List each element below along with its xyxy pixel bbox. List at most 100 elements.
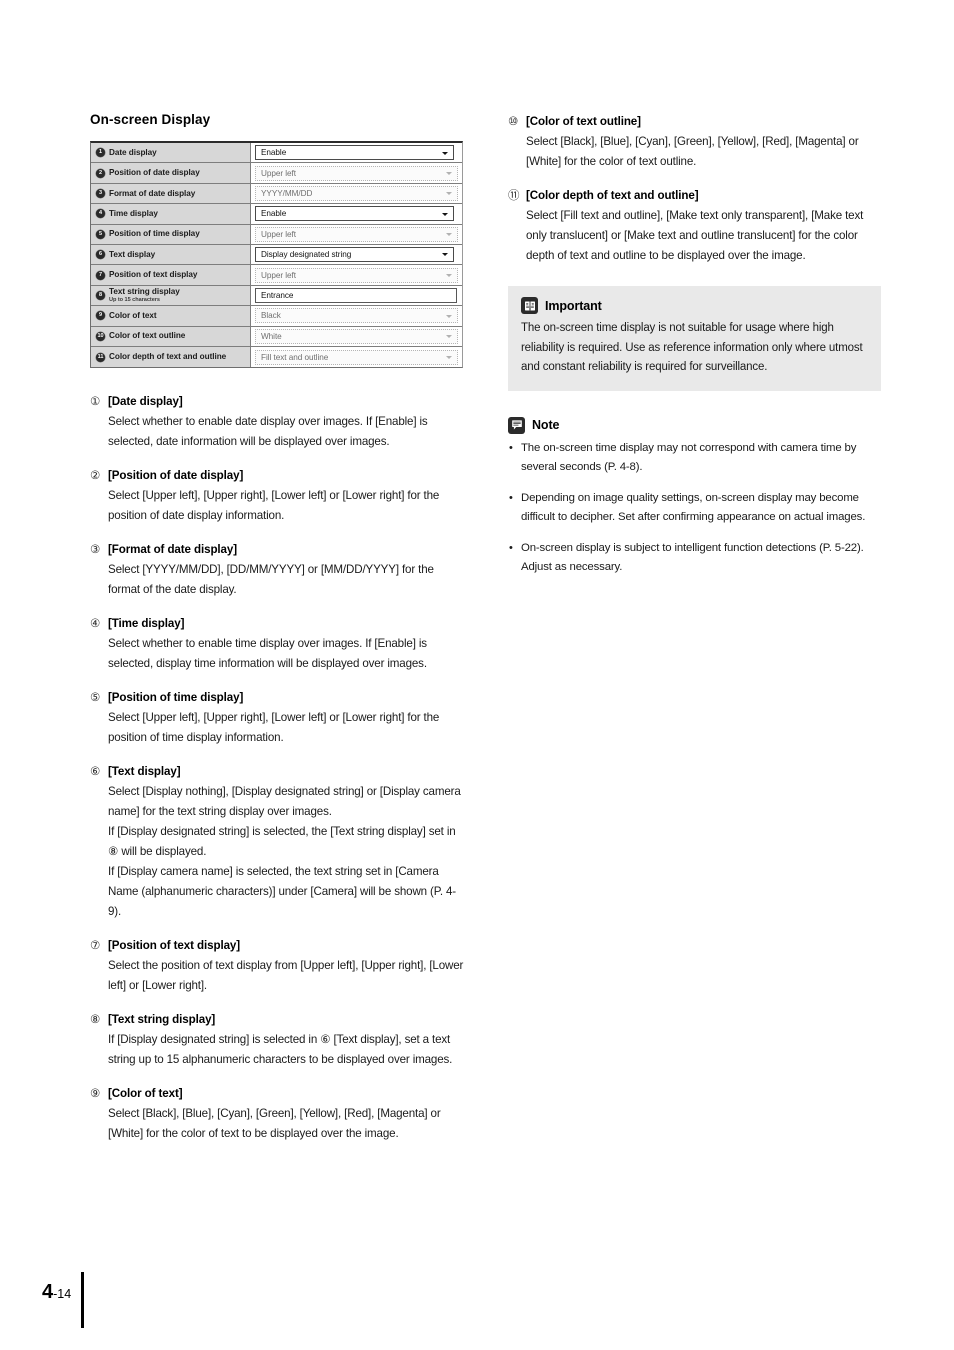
numbered-item: ⑦ [Position of text display] Select the po… <box>90 936 465 996</box>
item-paragraph: Select [YYYY/MM/DD], [DD/MM/YYYY] or [MM… <box>108 563 434 597</box>
note-icon <box>508 416 525 434</box>
dropdown-7[interactable]: Upper left <box>255 267 458 283</box>
settings-row-label: Position of text display <box>109 270 198 280</box>
item-body: Select whether to enable date display ov… <box>108 412 465 452</box>
dropdown-6[interactable]: Display designated string <box>255 247 454 263</box>
settings-row-value-cell: Black <box>251 306 462 326</box>
note-list-item: • On-screen display is subject to intelli… <box>508 539 881 577</box>
item-body: Select whether to enable time display ov… <box>108 634 465 674</box>
dropdown-10[interactable]: White <box>255 328 458 344</box>
note-callout-header: Note <box>508 416 881 434</box>
item-title: [Color depth of text and outline] <box>526 189 699 202</box>
callout-number-badge: 10 <box>96 331 105 341</box>
dropdown-5[interactable]: Upper left <box>255 226 458 242</box>
chevron-down-icon[interactable] <box>446 233 452 237</box>
note-list-item: • The on-screen time display may not corr… <box>508 439 881 477</box>
settings-row-label: Position of time display <box>109 229 200 239</box>
item-number: ③ <box>90 544 101 557</box>
item-paragraph: Select [Upper left], [Upper right], [Low… <box>108 711 440 745</box>
chevron-down-icon[interactable] <box>446 314 452 318</box>
dropdown-3[interactable]: YYYY/MM/DD <box>255 185 458 201</box>
dropdown-1[interactable]: Enable <box>255 145 454 161</box>
item-paragraph: Select [Fill text and outline], [Make te… <box>526 209 864 262</box>
item-body: Select the position of text display from… <box>108 956 465 996</box>
right-column: ⑩ [Color of text outline] Select [Black], … <box>508 112 886 577</box>
settings-row: 5 Position of time display Upper left <box>91 224 462 245</box>
item-title: [Format of date display] <box>108 543 238 557</box>
settings-screenshot: 1 Date display Enable 2 Position of date dis… <box>90 141 463 369</box>
important-icon <box>521 297 538 314</box>
dropdown-value: Upper left <box>261 168 296 178</box>
left-item-list: ① [Date display] Select whether to enable … <box>90 392 465 1144</box>
item-paragraph: If [Display designated string] is select… <box>108 1033 453 1067</box>
callout-number-badge: 2 <box>96 168 105 178</box>
note-bullet-list: • The on-screen time display may not corr… <box>508 439 881 577</box>
chevron-down-icon[interactable] <box>446 355 452 359</box>
item-title: [Text string display] <box>108 1013 216 1027</box>
chevron-down-icon[interactable] <box>446 273 452 277</box>
callout-number-badge: 5 <box>96 229 105 239</box>
dropdown-11[interactable]: Fill text and outline <box>255 349 458 365</box>
numbered-item: ⑤ [Position of time display] Select [Upper… <box>90 688 465 748</box>
settings-row-label: Text string display Up to 15 characters <box>109 287 180 304</box>
item-body: Select [Fill text and outline], [Make te… <box>526 206 886 266</box>
bullet-icon: • <box>509 491 513 504</box>
item-number: ⑪ <box>508 190 520 202</box>
settings-row-value-cell: White <box>251 326 462 346</box>
settings-row-value-cell: Fill text and outline <box>251 346 462 368</box>
important-callout-body: The on-screen time display is not suitab… <box>521 319 868 378</box>
bullet-icon: • <box>509 541 513 554</box>
item-number: ④ <box>90 618 101 631</box>
chevron-down-icon[interactable] <box>446 335 452 339</box>
settings-row-label-cell: 10 Color of text outline <box>91 326 251 346</box>
chevron-down-icon[interactable] <box>446 192 452 196</box>
dropdown-2[interactable]: Upper left <box>255 165 458 181</box>
item-body: Select [Upper left], [Upper right], [Low… <box>108 486 465 526</box>
item-body: If [Display designated string] is select… <box>108 1030 465 1070</box>
settings-row-value-cell: Enable <box>251 204 462 224</box>
settings-row: 6 Text display Display designated string <box>91 244 462 266</box>
item-number: ⑦ <box>90 940 101 953</box>
callout-number-badge: 7 <box>96 270 105 280</box>
item-paragraph: If [Display camera name] is selected, th… <box>108 865 457 919</box>
dropdown-9[interactable]: Black <box>255 308 458 324</box>
folio-page: -14 <box>53 1287 72 1301</box>
chevron-down-icon[interactable] <box>442 253 448 257</box>
note-list-item-text: The on-screen time display may not corre… <box>521 441 857 473</box>
item-body: Select [Black], [Blue], [Cyan], [Green],… <box>108 1104 465 1144</box>
callout-number-badge: 1 <box>96 148 105 158</box>
folio: 4-14 <box>42 1272 81 1302</box>
settings-row-label-cell: 11 Color depth of text and outline <box>91 346 251 368</box>
item-body: Select [Display nothing], [Display desig… <box>108 782 465 922</box>
numbered-item: ⑥ [Text display] Select [Display nothing],… <box>90 762 465 922</box>
text-input-8[interactable]: Entrance <box>255 287 457 303</box>
item-title: [Time display] <box>108 617 185 631</box>
settings-row: 4 Time display Enable <box>91 204 462 225</box>
numbered-item: ③ [Format of date display] Select [YYYY/MM… <box>90 540 465 600</box>
item-body: Select [YYYY/MM/DD], [DD/MM/YYYY] or [MM… <box>108 560 465 600</box>
settings-row: 1 Date display Enable <box>91 143 462 164</box>
chevron-down-icon[interactable] <box>442 151 448 155</box>
important-callout-title: Important <box>545 298 602 313</box>
chevron-down-icon[interactable] <box>442 212 448 216</box>
settings-row-value-cell: YYYY/MM/DD <box>251 183 462 204</box>
bullet-icon: • <box>509 441 513 454</box>
item-paragraph: Select the position of text display from… <box>108 959 464 993</box>
settings-row-label: Format of date display <box>109 188 196 198</box>
settings-row-value-cell: Entrance <box>251 285 462 306</box>
callout-number-badge: 4 <box>96 209 105 219</box>
folio-rule <box>81 1272 85 1328</box>
page-footer: 4-14 <box>42 1272 85 1328</box>
callout-number-badge: 8 <box>96 290 105 300</box>
item-number: ⑨ <box>90 1088 101 1101</box>
right-item-list: ⑩ [Color of text outline] Select [Black], … <box>508 112 886 266</box>
settings-row-value-cell: Upper left <box>251 265 462 285</box>
settings-row-label: Time display <box>109 208 158 218</box>
important-callout: Important The on-screen time display is … <box>508 286 881 391</box>
important-callout-header: Important <box>521 297 868 314</box>
settings-row-label-main: Text string display <box>109 286 180 296</box>
dropdown-4[interactable]: Enable <box>255 206 454 222</box>
chevron-down-icon[interactable] <box>446 171 452 175</box>
note-list-item-text: Depending on image quality settings, on-… <box>521 491 866 523</box>
dropdown-value: YYYY/MM/DD <box>261 188 313 198</box>
